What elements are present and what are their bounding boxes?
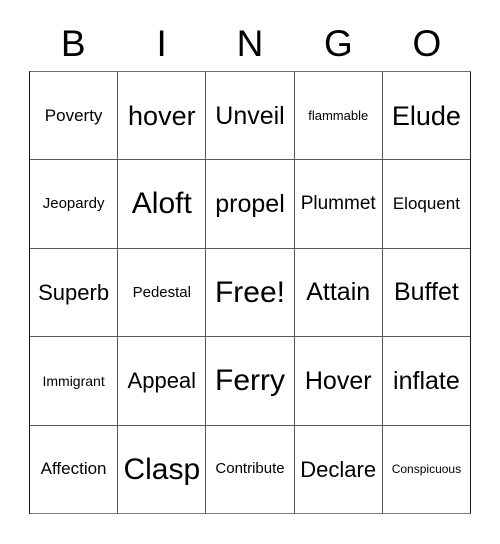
bingo-card: B I N G O Poverty hover Unveil flammable… xyxy=(0,0,500,544)
bingo-cell-label: Pedestal xyxy=(132,283,191,301)
bingo-cell-label: Plummet xyxy=(300,193,376,215)
bingo-header-letter-o: O xyxy=(412,23,442,64)
bingo-cell-label: Unveil xyxy=(215,101,285,130)
bingo-cell-label: Elude xyxy=(391,100,461,131)
bingo-cell[interactable]: Superb xyxy=(30,248,119,338)
bingo-header-letter-n: N xyxy=(236,23,264,64)
bingo-cell[interactable]: Conspicuous xyxy=(382,425,472,515)
bingo-cell-label: Appeal xyxy=(127,368,197,394)
bingo-free-space-label: Free! xyxy=(214,275,286,309)
bingo-cell[interactable]: propel xyxy=(206,160,295,249)
bingo-cell[interactable]: Declare xyxy=(294,425,383,515)
bingo-cell[interactable]: Ferry xyxy=(206,337,295,426)
bingo-grid: Poverty hover Unveil flammable Elude Jeo… xyxy=(29,71,472,515)
bingo-cell[interactable]: hover xyxy=(118,72,207,161)
bingo-row: Superb Pedestal Free! Attain Buffet xyxy=(30,248,472,338)
bingo-cell[interactable]: Immigrant xyxy=(30,337,119,426)
bingo-cell[interactable]: Poverty xyxy=(30,72,119,161)
bingo-cell[interactable]: Contribute xyxy=(206,425,295,515)
bingo-cell[interactable]: Eloquent xyxy=(382,160,472,249)
bingo-cell[interactable]: Affection xyxy=(30,425,119,515)
bingo-cell-label: Aloft xyxy=(131,187,192,221)
bingo-cell-label: hover xyxy=(128,100,196,131)
bingo-row: Poverty hover Unveil flammable Elude xyxy=(30,72,472,161)
bingo-cell[interactable]: Unveil xyxy=(206,72,295,161)
bingo-cell[interactable]: Plummet xyxy=(294,160,383,249)
bingo-cell-label: Attain xyxy=(306,278,371,307)
bingo-cell-label: Declare xyxy=(300,456,377,482)
bingo-cell[interactable]: Jeopardy xyxy=(30,160,119,249)
bingo-cell-label: propel xyxy=(215,189,285,218)
bingo-cell[interactable]: Clasp xyxy=(118,425,207,515)
bingo-cell-label: Eloquent xyxy=(392,194,460,214)
bingo-cell-label: flammable xyxy=(308,107,369,123)
bingo-header-row: B I N G O xyxy=(29,16,471,71)
bingo-cell[interactable]: Aloft xyxy=(118,160,207,249)
bingo-cell-label: Immigrant xyxy=(42,372,105,389)
bingo-row: Jeopardy Aloft propel Plummet Eloquent xyxy=(30,160,472,249)
bingo-header-letter-i: I xyxy=(156,23,167,64)
bingo-cell[interactable]: Pedestal xyxy=(118,248,207,338)
bingo-cell-label: Clasp xyxy=(123,452,201,486)
bingo-cell-label: Ferry xyxy=(215,364,285,398)
bingo-cell[interactable]: inflate xyxy=(382,337,472,426)
bingo-header-letter-b: B xyxy=(60,23,86,64)
bingo-cell-label: Buffet xyxy=(393,278,459,307)
bingo-cell-label: Contribute xyxy=(215,460,285,478)
bingo-cell[interactable]: Buffet xyxy=(382,248,472,338)
bingo-cell-label: Superb xyxy=(38,279,110,305)
bingo-cell-label: Conspicuous xyxy=(391,462,462,477)
bingo-cell[interactable]: flammable xyxy=(294,72,383,161)
bingo-cell[interactable]: Elude xyxy=(382,72,472,161)
bingo-header-letter-g: G xyxy=(324,23,353,64)
bingo-row: Immigrant Appeal Ferry Hover inflate xyxy=(30,337,472,426)
bingo-cell-label: Poverty xyxy=(44,105,103,125)
bingo-cell-label: Jeopardy xyxy=(42,195,105,213)
bingo-cell-free-space[interactable]: Free! xyxy=(206,248,295,338)
bingo-cell-label: Affection xyxy=(40,459,107,479)
bingo-cell[interactable]: Attain xyxy=(294,248,383,338)
bingo-cell-label: Hover xyxy=(304,366,372,395)
bingo-cell-label: inflate xyxy=(393,366,460,395)
bingo-cell[interactable]: Hover xyxy=(294,337,383,426)
bingo-row: Affection Clasp Contribute Declare Consp… xyxy=(30,425,472,515)
bingo-cell[interactable]: Appeal xyxy=(118,337,207,426)
